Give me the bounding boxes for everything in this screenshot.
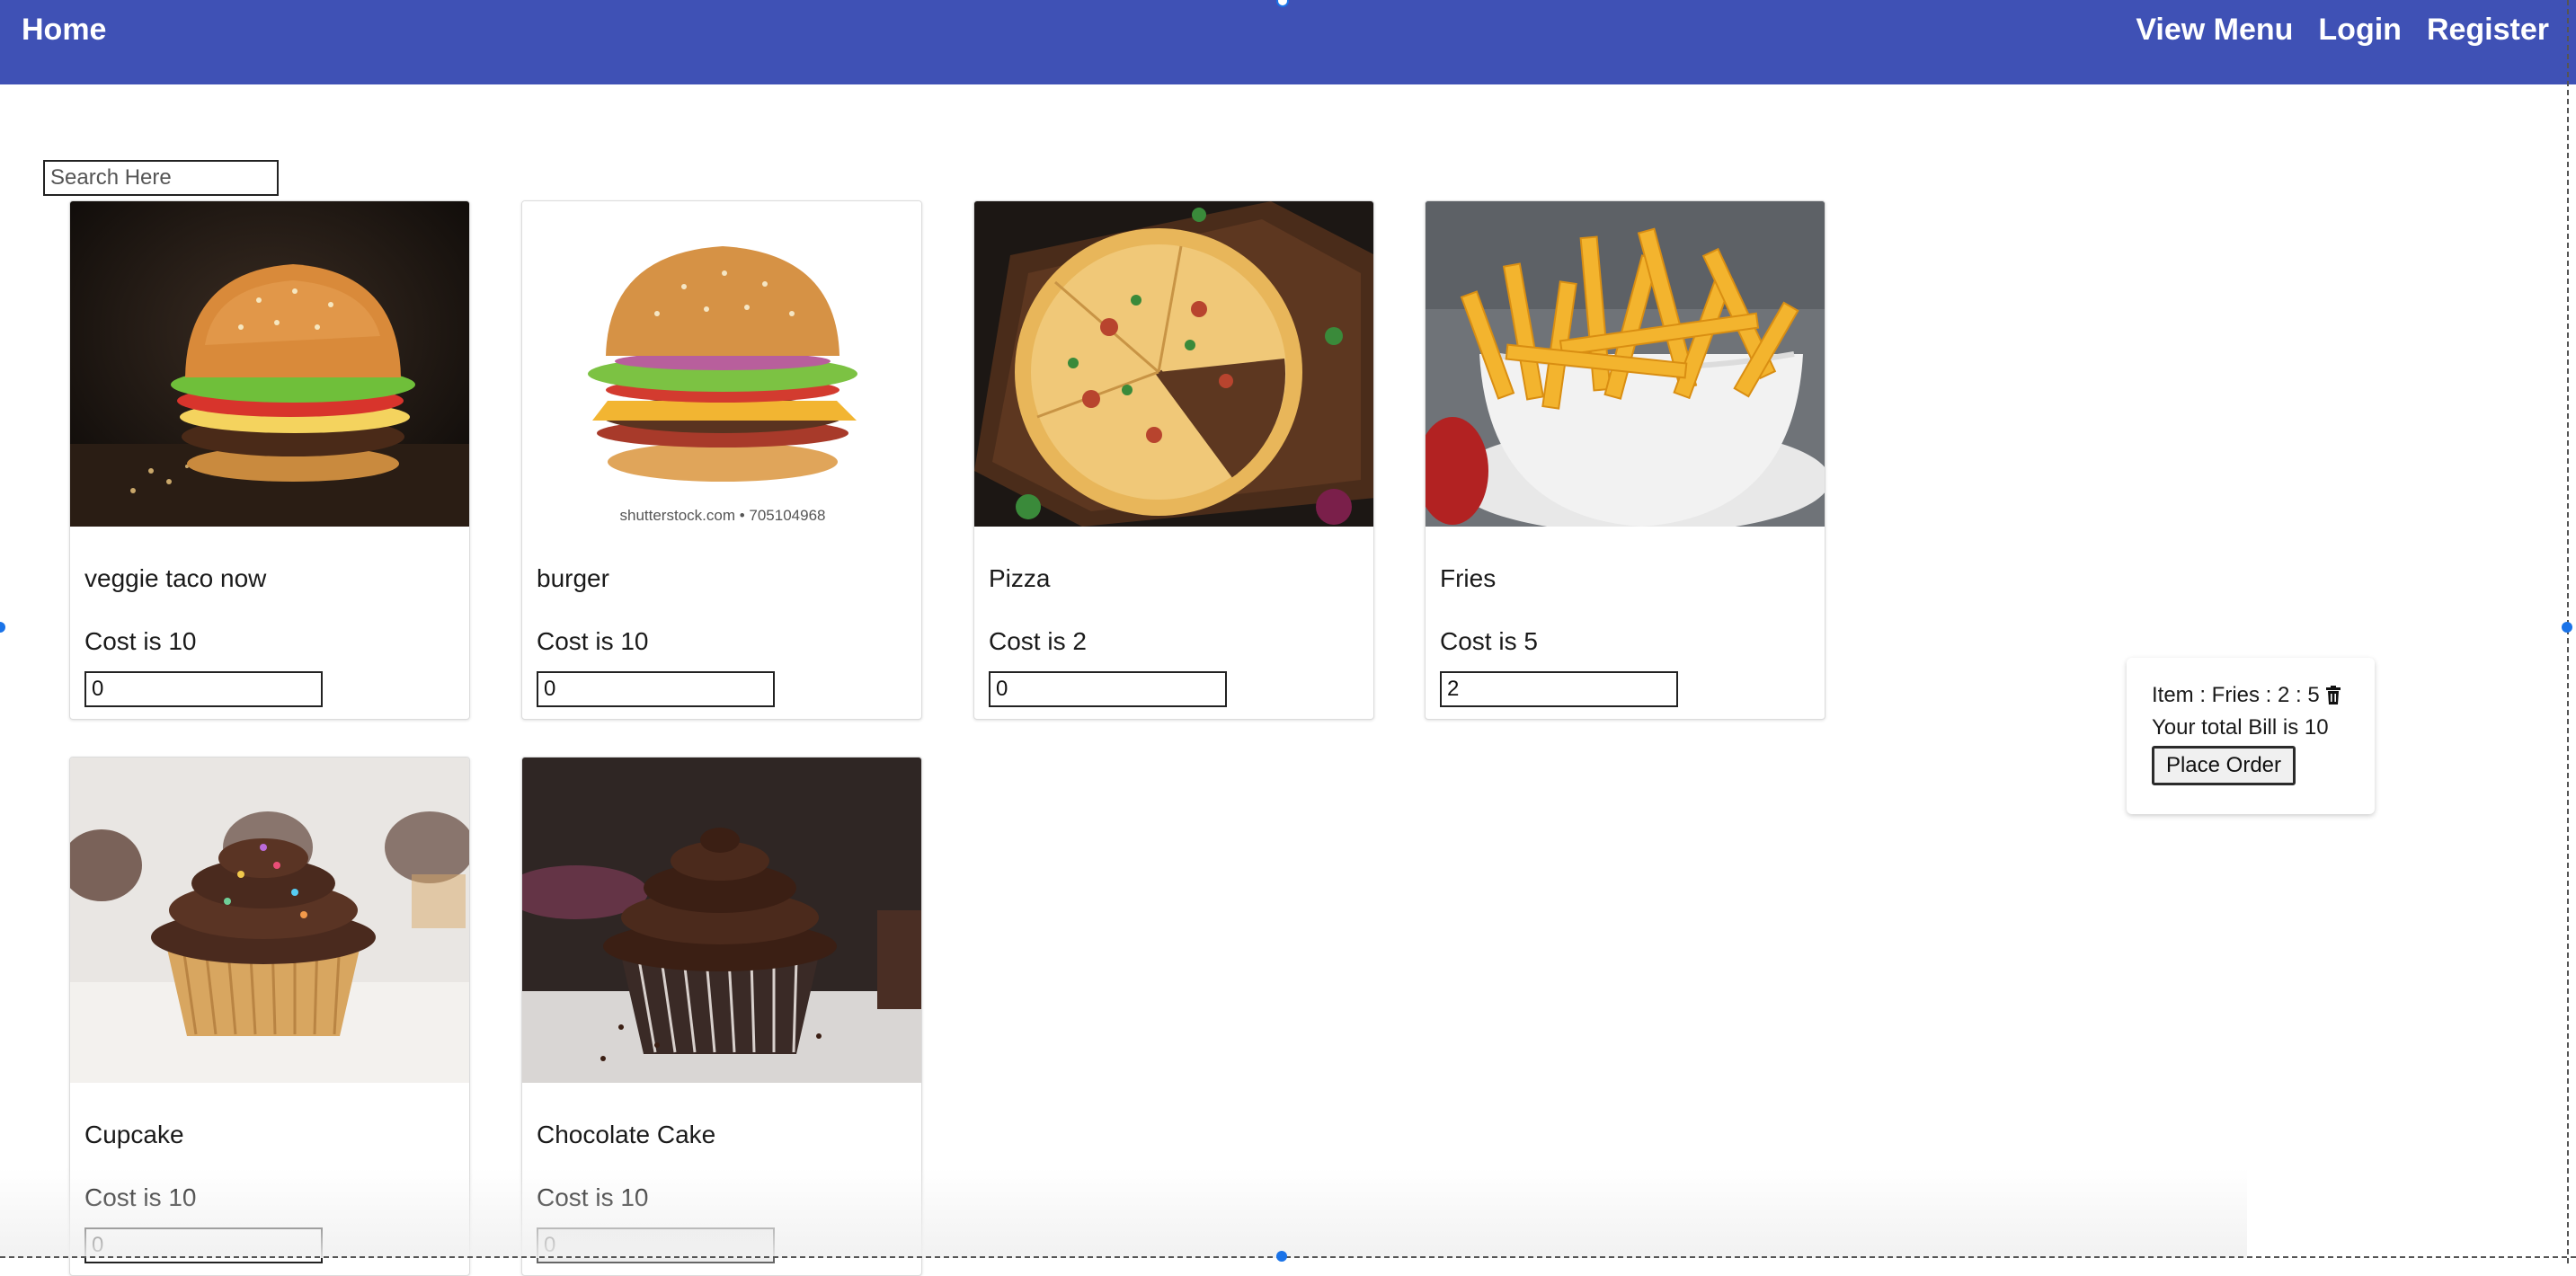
image-watermark: shutterstock.com • 705104968 [619,507,826,524]
quantity-input[interactable] [989,671,1227,707]
cart-item-label: Item : Fries : 2 : 5 [2152,683,2320,707]
menu-card: Chocolate Cake Cost is 10 [521,757,922,1276]
pizza-photo-icon [974,201,1373,527]
card-cost: Cost is 2 [989,627,1087,655]
chocolate-cupcake-photo-icon [522,758,921,1083]
quantity-input[interactable] [84,671,323,707]
burger-photo-icon [70,201,469,527]
card-title: Fries [1440,564,1497,592]
cart-total: Your total Bill is 10 [2152,715,2329,740]
nav-home-link[interactable]: Home [22,13,106,48]
quantity-input[interactable] [84,1227,323,1263]
top-navbar: Home View Menu Login Register [0,0,2576,84]
card-title: Cupcake [84,1121,184,1148]
fries-photo-icon [1426,201,1825,527]
card-cost: Cost is 10 [537,627,649,655]
card-cost: Cost is 10 [84,1183,197,1211]
card-title: veggie taco now [84,564,267,592]
search-input[interactable] [43,160,279,196]
menu-card: shutterstock.com • 705104968 burger Cost… [521,200,922,720]
menu-card: veggie taco now Cost is 10 [69,200,470,720]
resize-handle[interactable] [2562,622,2572,633]
card-title: burger [537,564,609,592]
quantity-input[interactable] [537,671,775,707]
nav-view-menu-link[interactable]: View Menu [2136,13,2293,48]
trash-icon[interactable] [2325,686,2341,705]
menu-card: Cupcake Cost is 10 [69,757,470,1276]
nav-register-link[interactable]: Register [2427,13,2549,48]
card-cost: Cost is 5 [1440,627,1538,655]
cart-item: Item : Fries : 2 : 5 [2152,683,2341,708]
card-cost: Cost is 10 [84,627,197,655]
place-order-button[interactable]: Place Order [2152,746,2296,785]
quantity-input[interactable] [537,1227,775,1263]
card-title: Pizza [989,564,1051,592]
card-title: Chocolate Cake [537,1121,716,1148]
menu-card: Fries Cost is 5 [1425,200,1825,720]
nav-login-link[interactable]: Login [2318,13,2402,48]
cart-panel: Item : Fries : 2 : 5 Your total Bill is … [2127,658,2375,814]
card-cost: Cost is 10 [537,1183,649,1211]
menu-card: Pizza Cost is 2 [973,200,1374,720]
nav-links: View Menu Login Register [2136,13,2549,48]
selection-guide-bottom [0,1256,2576,1258]
quantity-input[interactable] [1440,671,1678,707]
resize-handle[interactable] [0,622,5,633]
cupcake-photo-icon [70,758,469,1083]
resize-handle[interactable] [1276,1251,1287,1262]
burger-photo-icon: shutterstock.com • 705104968 [522,201,921,527]
